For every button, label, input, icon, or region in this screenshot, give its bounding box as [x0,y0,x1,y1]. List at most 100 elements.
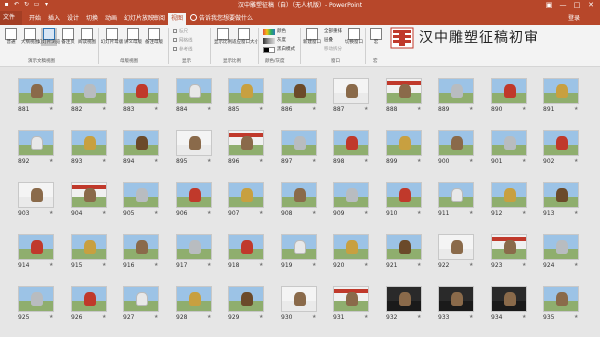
slide-thumbnail[interactable] [71,286,107,312]
slide-thumbnail[interactable] [386,182,422,208]
normal-view-button[interactable]: 普通 [3,28,19,46]
slide-thumbnail[interactable] [176,130,212,156]
slide-thumbnail[interactable] [543,234,579,260]
slide-thumbnail[interactable] [491,78,527,104]
slide-thumbnail[interactable] [386,234,422,260]
slide-thumbnail[interactable] [333,78,369,104]
slide-thumbnail[interactable] [333,286,369,312]
slide-thumbnail[interactable] [18,130,54,156]
transition-star-icon: ★ [364,106,369,112]
slide-thumbnail[interactable] [543,78,579,104]
slide-thumbnail[interactable] [438,182,474,208]
sign-in-link[interactable]: 登录 [568,14,580,23]
slide-thumbnail[interactable] [123,286,159,312]
slide-thumbnail[interactable] [123,182,159,208]
cascade-button[interactable]: 层叠 [324,38,333,44]
slide-thumbnail[interactable] [438,234,474,260]
gridlines-checkbox[interactable]: 网格线 [173,38,193,45]
color-mode-button[interactable]: 颜色 [277,29,286,35]
slide-thumbnail[interactable] [438,130,474,156]
slide-thumbnail[interactable] [438,286,474,312]
tab-insert[interactable]: 插入 [45,13,63,25]
slide-thumbnail[interactable] [71,234,107,260]
transition-star-icon: ★ [312,210,317,216]
slide-thumbnail[interactable] [543,286,579,312]
slide-thumbnail[interactable] [543,130,579,156]
tab-view[interactable]: 视图 [168,13,186,25]
tab-review[interactable]: 审阅 [150,13,168,25]
handout-master-button[interactable]: 讲义母版 [124,28,142,46]
slide-thumbnail[interactable] [491,182,527,208]
slide-thumbnail[interactable] [176,234,212,260]
outline-view-icon [24,28,36,40]
slide-thumbnail[interactable] [438,78,474,104]
maximize-icon[interactable]: □ [570,0,584,11]
slide-master-button[interactable]: 幻灯片母版 [101,28,123,46]
slide-thumbnail[interactable] [386,130,422,156]
tab-file[interactable]: 文件 [0,11,22,25]
ribbon-display-icon[interactable]: ▣ [542,0,556,11]
slide-thumbnail[interactable] [228,234,264,260]
slide-thumbnail[interactable] [176,78,212,104]
tab-transitions[interactable]: 切换 [83,13,101,25]
tab-animations[interactable]: 动画 [102,13,120,25]
slide-thumbnail[interactable] [333,130,369,156]
slide-thumbnail[interactable] [228,78,264,104]
outline-view-button[interactable]: 大纲视图 [21,28,39,46]
close-icon[interactable]: ✕ [584,0,598,11]
slide-thumbnail[interactable] [176,182,212,208]
slide-thumbnail[interactable] [123,130,159,156]
slide-thumbnail[interactable] [123,234,159,260]
tab-design[interactable]: 设计 [64,13,82,25]
slide-thumbnail[interactable] [333,182,369,208]
transition-star-icon: ★ [102,314,107,320]
new-window-button[interactable]: 新建窗口 [303,28,321,46]
tab-home[interactable]: 开始 [26,13,44,25]
notes-page-button[interactable]: 备注页 [60,28,76,46]
slide-thumbnail[interactable] [228,182,264,208]
move-split-button[interactable]: 移动拆分 [324,47,342,53]
transition-star-icon: ★ [259,314,264,320]
slide-thumbnail[interactable] [281,182,317,208]
slide-thumbnail[interactable] [491,234,527,260]
notes-master-button[interactable]: 备注母版 [145,28,163,46]
slide-thumbnail[interactable] [543,182,579,208]
slide-thumbnail[interactable] [71,78,107,104]
slide-thumbnail[interactable] [281,286,317,312]
slide-thumbnail[interactable] [491,130,527,156]
black-white-mode-button[interactable]: 黑白模式 [277,47,295,53]
fit-to-window-button[interactable]: 适应窗口大小 [232,28,259,46]
slide-thumbnail[interactable] [386,78,422,104]
minimize-icon[interactable]: — [556,0,570,11]
slide-thumbnail[interactable] [18,286,54,312]
slide-thumbnail[interactable] [123,78,159,104]
slide-thumbnail[interactable] [281,130,317,156]
slide-thumbnail[interactable] [18,234,54,260]
slide-thumbnail[interactable] [18,182,54,208]
black-white-swatch-icon [263,47,275,53]
switch-windows-button[interactable]: 切换窗口 [345,28,363,46]
slide-thumbnail[interactable] [281,234,317,260]
reading-view-button[interactable]: 阅读视图 [78,28,96,46]
slide-thumbnail[interactable] [71,182,107,208]
tell-me-input[interactable]: 告诉我您想要做什么 [199,14,253,23]
ruler-checkbox[interactable]: 标尺 [173,29,188,36]
transition-star-icon: ★ [259,158,264,164]
slide-thumbnail[interactable] [228,130,264,156]
slide-thumbnail[interactable] [18,78,54,104]
zoom-button[interactable]: 显示比例 [214,28,232,46]
slide-thumbnail[interactable] [281,78,317,104]
guides-checkbox[interactable]: 参考线 [173,47,193,54]
slide-thumbnail[interactable] [386,286,422,312]
grayscale-mode-button[interactable]: 灰度 [277,38,286,44]
slide-sorter-button[interactable]: 幻灯片浏览 [38,28,60,46]
checkbox-icon [173,38,177,42]
slide-thumbnail[interactable] [71,130,107,156]
slide-thumbnail[interactable] [333,234,369,260]
slide-thumbnail[interactable] [228,286,264,312]
macros-button[interactable]: 宏 [368,28,384,46]
slide-thumbnail[interactable] [491,286,527,312]
transition-star-icon: ★ [207,210,212,216]
arrange-all-button[interactable]: 全部重排 [324,29,342,35]
slide-thumbnail[interactable] [176,286,212,312]
